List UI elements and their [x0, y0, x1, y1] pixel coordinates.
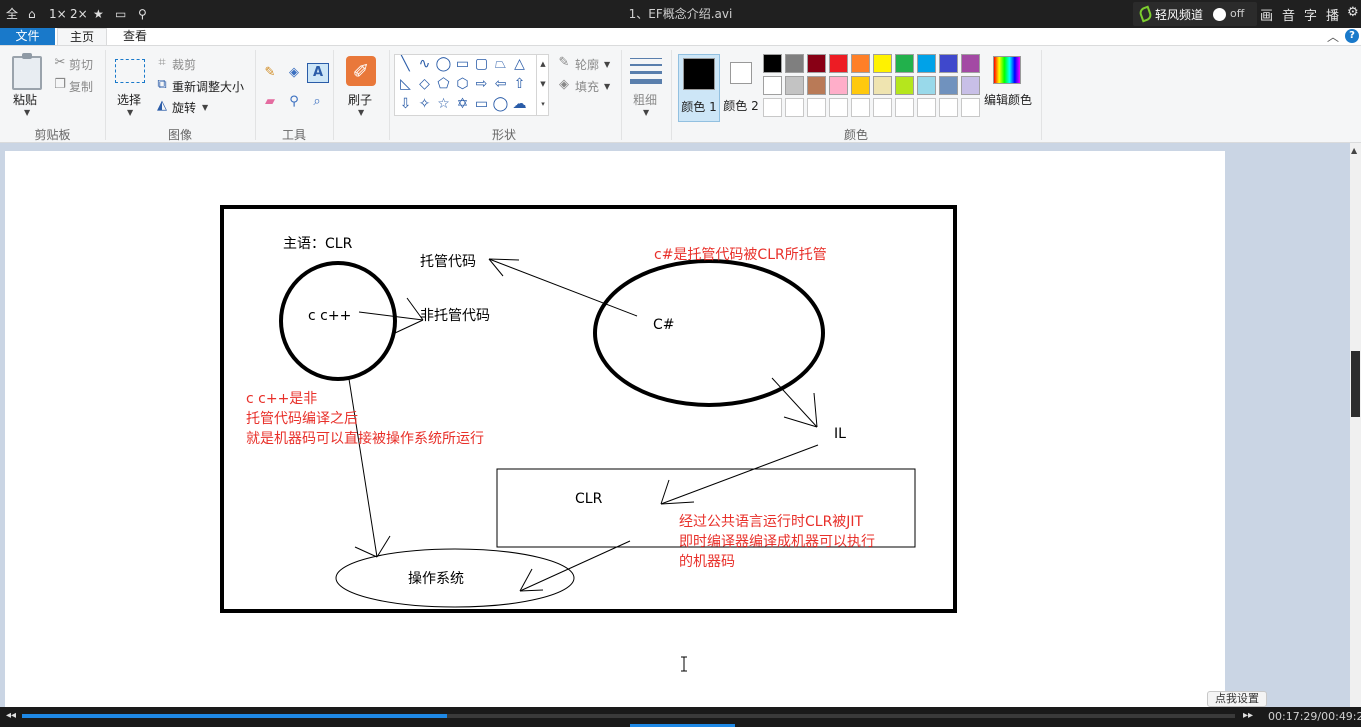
unmanaged-code-label: 非托管代码	[420, 308, 490, 324]
clr-note-line: 的机器码	[679, 554, 735, 570]
playback-time: 00:17:29/00:49:21	[1268, 710, 1361, 723]
subject-label: 主语：CLR	[283, 236, 353, 252]
text-cursor-icon	[681, 656, 687, 672]
csharp-note: c#是托管代码被CLR所托管	[654, 247, 827, 263]
cpp-note-line: 就是机器码可以直接被操作系统所运行	[246, 430, 484, 447]
seek-bar[interactable]	[22, 714, 1235, 718]
cpp-note-line: c c++是非	[246, 391, 317, 407]
cpp-label: c c++	[308, 308, 351, 324]
cpp-note-line: 托管代码编译之后	[246, 411, 358, 427]
csharp-label: C#	[653, 317, 675, 333]
il-label: IL	[834, 426, 846, 442]
drawing-content: 主语：CLR c c++ 托管代码 非托管代码 c#是托管代码被CLR所托管 C…	[220, 205, 957, 672]
clr-note-line: 经过公共语言运行时CLR被JIT	[679, 514, 864, 530]
seek-bar-progress	[22, 714, 447, 718]
managed-code-label: 托管代码	[420, 254, 476, 270]
os-label: 操作系统	[408, 571, 464, 587]
skip-back-icon[interactable]: ◂◂	[6, 710, 16, 721]
skip-forward-icon[interactable]: ▸▸	[1243, 710, 1253, 721]
clr-label: CLR	[575, 491, 603, 507]
csharp-ellipse	[593, 259, 825, 407]
outer-frame	[220, 205, 957, 613]
settings-tip-button[interactable]: 点我设置	[1207, 691, 1267, 707]
clr-note-line: 即时编译器编译成机器可以执行	[679, 534, 875, 550]
